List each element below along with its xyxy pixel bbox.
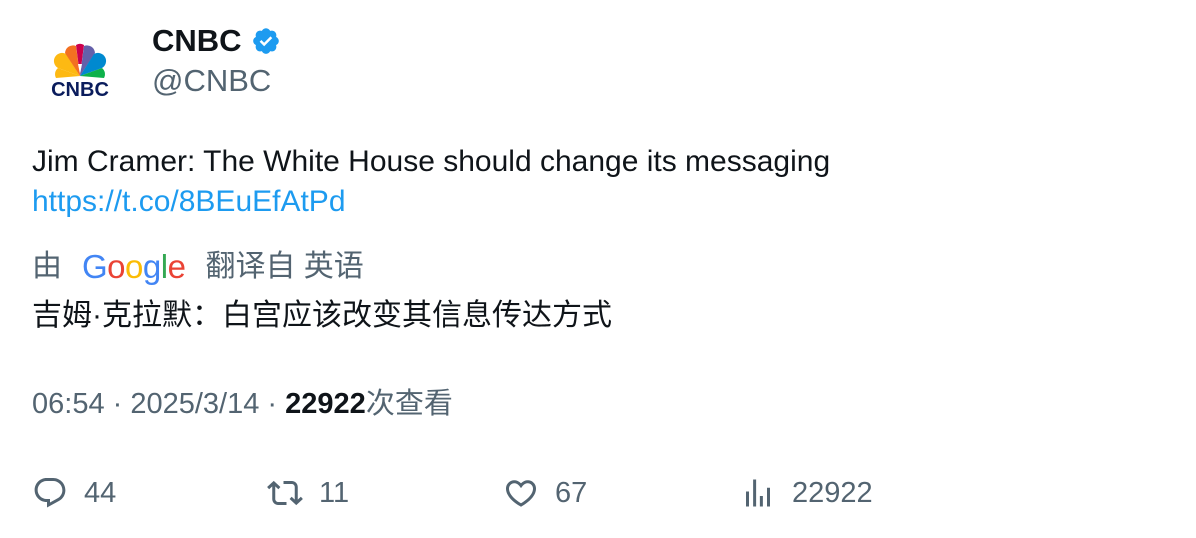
tweet-link[interactable]: https://t.co/8BEuEfAtPd	[32, 182, 830, 222]
translation-prefix: 由	[32, 250, 62, 283]
views-count: 22922	[285, 388, 366, 420]
retweet-button[interactable]: 11	[267, 470, 349, 516]
reply-button[interactable]: 44	[32, 470, 116, 516]
views-action-count: 22922	[792, 476, 873, 509]
tweet-time[interactable]: 06:54	[32, 388, 105, 420]
analytics-icon	[746, 479, 770, 507]
tweet-date[interactable]: 2025/3/14	[130, 388, 259, 420]
svg-text:CNBC: CNBC	[51, 79, 109, 101]
tweet-text: Jim Cramer: The White House should chang…	[32, 142, 830, 222]
reply-icon	[34, 478, 66, 508]
like-button[interactable]: 67	[503, 470, 587, 516]
like-count: 67	[555, 476, 588, 509]
views-button[interactable]: 22922	[740, 470, 873, 516]
like-icon	[505, 480, 537, 507]
retweet-icon	[267, 480, 303, 506]
author-name[interactable]: CNBC	[152, 22, 242, 60]
tweet-meta: 06:54 · 2025/3/14 · 22922次查看	[32, 384, 453, 424]
translation-suffix[interactable]: 翻译自 英语	[205, 247, 363, 287]
avatar[interactable]: CNBC	[32, 28, 128, 124]
retweet-count: 11	[319, 476, 350, 509]
meta-separator: ·	[104, 388, 131, 420]
google-logo-icon: Google	[82, 248, 186, 285]
translated-text: 吉姆·克拉默：白宫应该改变其信息传达方式	[32, 299, 612, 332]
translation-attribution: 由 Google 翻译自 英语	[32, 247, 364, 287]
verified-badge-icon	[251, 26, 281, 56]
author-name-row[interactable]: CNBC	[152, 22, 281, 60]
reply-count: 44	[84, 476, 117, 509]
meta-separator: ·	[259, 388, 286, 420]
action-bar: 44 11 67 22922	[32, 470, 932, 516]
author-handle[interactable]: @CNBC	[152, 62, 271, 100]
tweet-body: Jim Cramer: The White House should chang…	[32, 145, 831, 178]
views-label: 次查看	[365, 388, 453, 420]
cnbc-logo-icon: CNBC	[51, 43, 109, 101]
